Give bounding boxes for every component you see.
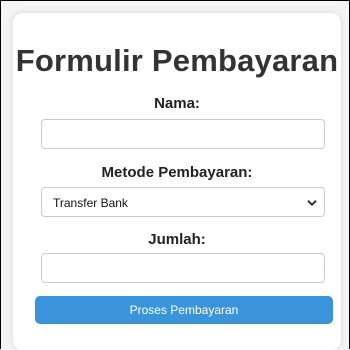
payment-method-select[interactable]: Transfer Bank: [41, 187, 325, 217]
payment-method-label: Metode Pembayaran:: [101, 164, 253, 181]
payment-form-card: Formulir Pembayaran Nama: Metode Pembaya…: [13, 13, 341, 350]
process-payment-button[interactable]: Proses Pembayaran: [35, 296, 333, 324]
form-title: Formulir Pembayaran: [15, 43, 339, 78]
chevron-down-icon: [307, 200, 317, 206]
payment-method-selected: Transfer Bank: [53, 196, 128, 210]
amount-input[interactable]: [41, 253, 325, 283]
name-input[interactable]: [41, 119, 325, 149]
name-label: Nama:: [154, 95, 200, 112]
amount-label: Jumlah:: [148, 231, 206, 248]
page-frame: Formulir Pembayaran Nama: Metode Pembaya…: [0, 0, 350, 350]
